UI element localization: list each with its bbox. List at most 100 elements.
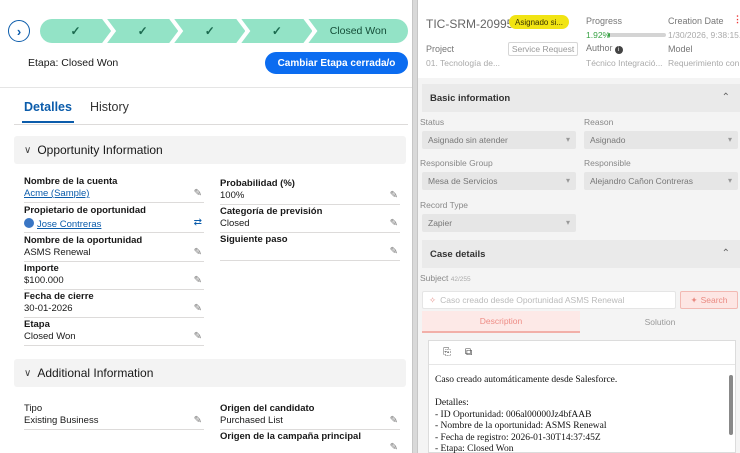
pencil-icon[interactable]: ✎	[194, 275, 202, 286]
pencil-icon[interactable]: ✎	[194, 415, 202, 426]
field-value: Closed	[220, 218, 250, 229]
path-step-complete[interactable]: ✓	[241, 19, 312, 43]
author-value: Técnico Integració...	[586, 58, 663, 68]
field-fecha-cierre: Fecha de cierre 30-01-2026 ✎	[24, 291, 204, 318]
responsible-select[interactable]: Alejandro Cañon Contreras ▾	[584, 172, 738, 190]
section-basic-information[interactable]: Basic information ⌃	[422, 84, 740, 112]
responsible-label: Responsible	[584, 158, 631, 168]
pencil-icon[interactable]: ✎	[194, 303, 202, 314]
field-etapa: Etapa Closed Won ✎	[24, 319, 204, 346]
field-siguiente-paso: Siguiente paso ✎	[220, 234, 400, 261]
field-categoria-prevision: Categoría de previsión Closed ✎	[220, 206, 400, 233]
subject-label: Subject 42/255	[420, 273, 471, 283]
field-label: Tipo	[24, 403, 43, 414]
path-step-complete[interactable]: ✓	[107, 19, 178, 43]
more-options-icon[interactable]: ⋮	[733, 14, 740, 24]
edit-source-icon[interactable]: ⎘	[443, 347, 451, 358]
field-label: Categoría de previsión	[220, 206, 323, 217]
detail-tabs: Detalles History	[14, 100, 408, 126]
tab-detalles[interactable]: Detalles	[22, 100, 74, 123]
sales-path: ✓ ✓ ✓ ✓ Closed Won	[40, 19, 408, 43]
field-value: Existing Business	[24, 415, 99, 426]
field-label: Nombre de la oportunidad	[24, 235, 143, 246]
info-icon[interactable]: i	[614, 46, 623, 54]
project-label: Project	[426, 44, 455, 54]
record-type-select[interactable]: Zapier ▾	[422, 214, 576, 232]
section-title: Additional Information	[37, 366, 154, 380]
status-badge: Asignado si...	[509, 15, 570, 29]
editor-line: - Fecha de registro: 2026-01-30T14:37:45…	[435, 432, 601, 443]
service-request-button[interactable]: Service Request	[508, 42, 578, 56]
section-title: Basic information	[430, 92, 511, 104]
select-value: Asignado sin atender	[428, 135, 508, 145]
check-icon: ✓	[271, 24, 282, 38]
status-label: Status	[420, 117, 445, 127]
pencil-icon[interactable]: ✎	[390, 442, 398, 453]
field-value: 30-01-2026	[24, 303, 73, 314]
chevron-right-icon[interactable]: ›	[8, 20, 30, 42]
subject-counter: 42/255	[450, 276, 471, 283]
sales-path-card: › ✓ ✓ ✓ ✓ Closed Won Etapa: Closed Won C…	[0, 0, 412, 88]
select-value: Mesa de Servicios	[428, 176, 498, 186]
creation-date-label: Creation Date	[668, 16, 724, 26]
field-nombre-cuenta: Nombre de la cuenta Acme (Sample) ✎	[24, 176, 204, 203]
model-label: Model	[668, 44, 693, 54]
field-label: Fecha de cierre	[24, 291, 94, 302]
editor-line: - Nombre de la oportunidad: ASMS Renewal	[435, 421, 607, 431]
field-label: Siguiente paso	[220, 234, 288, 245]
editor-line: - Etapa: Closed Won	[435, 444, 514, 453]
field-label: Nombre de la cuenta	[24, 176, 118, 187]
subject-input[interactable]: ✧ Caso creado desde Oportunidad ASMS Ren…	[422, 291, 676, 309]
editor-line: Detalles:	[435, 398, 469, 408]
pencil-icon[interactable]: ✎	[194, 247, 202, 258]
change-owner-icon[interactable]: ⇄	[194, 217, 202, 228]
path-step-complete[interactable]: ✓	[174, 19, 245, 43]
pencil-icon[interactable]: ✎	[390, 218, 398, 229]
pencil-icon[interactable]: ✎	[390, 190, 398, 201]
pencil-icon[interactable]: ✎	[194, 188, 202, 199]
responsible-group-select[interactable]: Mesa de Servicios ▾	[422, 172, 576, 190]
status-select[interactable]: Asignado sin atender ▾	[422, 131, 576, 149]
reason-label: Reason	[584, 117, 614, 127]
field-value: ASMS Renewal	[24, 247, 91, 258]
account-link[interactable]: Acme (Sample)	[24, 188, 89, 199]
copy-icon[interactable]: ⧉	[465, 347, 472, 358]
field-label: Probabilidad (%)	[220, 178, 295, 189]
field-tipo: Tipo Existing Business ✎	[24, 403, 204, 430]
check-icon: ✓	[137, 24, 148, 38]
path-step-complete[interactable]: ✓	[40, 19, 111, 43]
description-editor[interactable]: ⎘ ⧉ Caso creado automáticamente desde Sa…	[428, 340, 736, 453]
search-button-label: Search	[700, 295, 728, 305]
field-label: Etapa	[24, 319, 50, 330]
field-probabilidad: Probabilidad (%) 100% ✎	[220, 178, 400, 205]
chevron-down-icon: ▾	[565, 135, 570, 144]
path-step-current[interactable]: Closed Won	[308, 19, 408, 43]
editor-line: - ID Oportunidad: 006al00000Jz4bfAAB	[435, 409, 592, 420]
user-avatar-icon	[24, 218, 34, 228]
author-label: Author i	[586, 43, 623, 54]
pencil-icon[interactable]: ✎	[390, 246, 398, 257]
section-opportunity-information[interactable]: ∨ Opportunity Information	[14, 136, 406, 164]
tab-history[interactable]: History	[90, 100, 129, 120]
ticket-header: TIC-SRM-20995 Asignado si... Progress 1.…	[418, 0, 740, 78]
progress-fill	[608, 33, 610, 37]
section-case-details[interactable]: Case details ⌃	[422, 240, 740, 268]
search-button[interactable]: ✦ Search	[680, 291, 738, 309]
field-importe: Importe $100.000 ✎	[24, 263, 204, 290]
creation-date-value: 1/30/2026, 9:38:15...	[668, 30, 740, 40]
section-additional-information[interactable]: ∨ Additional Information	[14, 359, 406, 387]
field-origen-candidato: Origen del candidato Purchased List ✎	[220, 403, 400, 430]
owner-link[interactable]: Jose Contreras	[37, 219, 101, 230]
record-type-label: Record Type	[420, 200, 469, 210]
field-propietario: Propietario de oportunidad Jose Contrera…	[24, 205, 204, 233]
pencil-icon[interactable]: ✎	[194, 331, 202, 342]
tab-solution[interactable]: Solution	[580, 311, 740, 333]
tab-description[interactable]: Description	[422, 311, 580, 333]
model-value: Requerimiento con...	[668, 58, 740, 68]
editor-scrollbar[interactable]	[729, 375, 733, 435]
chevron-down-icon: ▾	[565, 176, 570, 185]
pencil-icon[interactable]: ✎	[390, 415, 398, 426]
reason-select[interactable]: Asignado ▾	[584, 131, 738, 149]
change-stage-button[interactable]: Cambiar Etapa cerrada/o	[265, 52, 408, 74]
case-tabs: Description Solution	[422, 311, 740, 333]
